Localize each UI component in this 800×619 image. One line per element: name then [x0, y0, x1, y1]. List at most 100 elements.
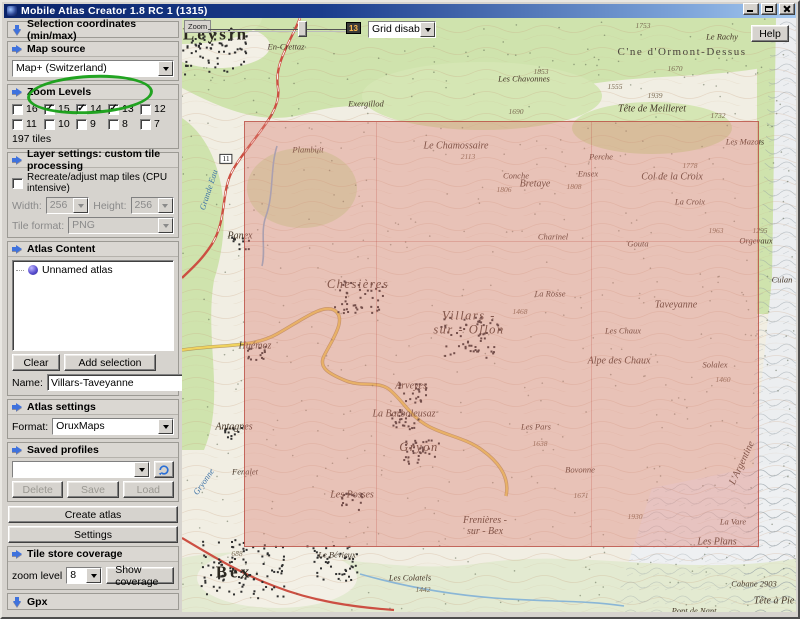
zoom-level-label: 12: [154, 103, 166, 115]
app-icon: [7, 6, 17, 16]
zoom-slider-track[interactable]: [208, 29, 350, 32]
add-selection-button[interactable]: Add selection: [64, 354, 156, 371]
zoom-level-item: 16: [12, 103, 44, 115]
zoom-level-label: 9: [90, 118, 96, 130]
panel-saved-profiles: Saved profiles Delete: [7, 442, 179, 502]
expand-arrow-icon: [12, 156, 22, 165]
map-source-select[interactable]: Map+ (Switzerland): [12, 60, 174, 77]
atlas-settings-header[interactable]: Atlas settings: [8, 400, 178, 415]
zoom-level-label: 10: [58, 118, 70, 130]
atlas-name-input[interactable]: [47, 374, 190, 391]
zoom-level-label: 16: [26, 103, 38, 115]
dropdown-arrow-icon[interactable]: [420, 22, 435, 37]
zoom-level-item: 8: [108, 118, 140, 130]
zoom-level-item: ✓15: [44, 103, 76, 115]
recreate-tiles-checkbox[interactable]: [12, 178, 23, 189]
expand-arrow-icon: [12, 550, 22, 559]
atlas-tree[interactable]: Unnamed atlas: [12, 260, 174, 351]
sidebar: Selection coordinates (min/max) Map sour…: [4, 18, 182, 612]
map-artwork: [182, 18, 796, 612]
save-profile-button[interactable]: Save: [67, 481, 118, 498]
clear-button[interactable]: Clear: [12, 354, 60, 371]
selection-coordinates-header[interactable]: Selection coordinates (min/max): [8, 22, 178, 37]
panel-map-source: Map source Map+ (Switzerland): [7, 41, 179, 81]
title-bar[interactable]: Mobile Atlas Creator 1.8 RC 1 (1315): [4, 4, 796, 18]
zoom-level-item: 9: [76, 118, 108, 130]
minimize-icon: [747, 10, 753, 12]
atlas-tree-root[interactable]: Unnamed atlas: [16, 264, 170, 276]
zoom-level-label: 14: [90, 103, 102, 115]
zoom-level-item: 11: [12, 118, 44, 130]
zoom-slider-thumb[interactable]: [298, 21, 307, 37]
zoom-level-checkbox[interactable]: ✓: [44, 104, 55, 115]
reload-profiles-button[interactable]: [154, 461, 174, 478]
zoom-level-item: ✓13: [108, 103, 140, 115]
panel-selection-coordinates: Selection coordinates (min/max): [7, 21, 179, 38]
dropdown-arrow-icon: [158, 198, 173, 213]
dropdown-arrow-icon[interactable]: [158, 419, 173, 434]
load-profile-button[interactable]: Load: [123, 481, 174, 498]
zoom-level-label: 13: [122, 103, 134, 115]
settings-button[interactable]: Settings: [8, 526, 178, 543]
collapse-arrow-icon: [12, 25, 22, 34]
zoom-levels-header[interactable]: Zoom Levels: [8, 85, 178, 100]
tile-count-label: 197 tiles: [12, 133, 174, 145]
tile-width-select: 256: [46, 197, 89, 214]
show-coverage-button[interactable]: Show coverage: [106, 567, 174, 584]
tile-store-coverage-header[interactable]: Tile store coverage: [8, 547, 178, 562]
atlas-content-header[interactable]: Atlas Content: [8, 242, 178, 257]
zoom-level-checkbox[interactable]: ✓: [76, 104, 87, 115]
zoom-value-badge: 13: [346, 22, 361, 34]
expand-arrow-icon: [12, 245, 22, 254]
zoom-level-checkbox[interactable]: [12, 119, 23, 130]
layer-settings-header[interactable]: Layer settings: custom tile processing: [8, 153, 178, 168]
zoom-level-checkbox[interactable]: [44, 119, 55, 130]
app-window: Mobile Atlas Creator 1.8 RC 1 (1315) Sel…: [0, 0, 800, 619]
maximize-button[interactable]: [761, 3, 777, 15]
zoom-level-item: ✓14: [76, 103, 108, 115]
dropdown-arrow-icon: [73, 198, 88, 213]
tile-format-select: PNG: [68, 217, 174, 234]
saved-profiles-header[interactable]: Saved profiles: [8, 443, 178, 458]
atlas-icon: [28, 265, 38, 275]
create-atlas-button[interactable]: Create atlas: [8, 506, 178, 523]
panel-zoom-levels: Zoom Levels 16✓15✓14✓13121110987 197 til…: [7, 84, 179, 149]
help-button[interactable]: Help: [751, 25, 789, 42]
dropdown-arrow-icon[interactable]: [86, 568, 101, 583]
map-viewport[interactable]: LeysinEn-CrettazExergillodLes ChavonnesC…: [182, 18, 796, 612]
dropdown-arrow-icon[interactable]: [134, 462, 149, 477]
dropdown-arrow-icon[interactable]: [158, 61, 173, 76]
zoom-level-checkbox[interactable]: [76, 119, 87, 130]
panel-atlas-content: Atlas Content Unnamed atlas Clear Add se…: [7, 241, 179, 396]
maximize-icon: [765, 6, 773, 12]
close-button[interactable]: [779, 3, 795, 15]
refresh-icon: [158, 464, 170, 476]
collapse-arrow-icon: [12, 597, 22, 606]
minimize-button[interactable]: [743, 3, 759, 15]
atlas-format-select[interactable]: OruxMaps: [52, 418, 174, 435]
delete-profile-button[interactable]: Delete: [12, 481, 63, 498]
panel-layer-settings: Layer settings: custom tile processing R…: [7, 152, 179, 238]
coverage-zoom-select[interactable]: 8: [66, 567, 102, 584]
window-title: Mobile Atlas Creator 1.8 RC 1 (1315): [21, 5, 208, 17]
zoom-level-checkbox[interactable]: [140, 104, 151, 115]
zoom-level-label: 7: [154, 118, 160, 130]
zoom-level-checkbox[interactable]: ✓: [108, 104, 119, 115]
map-source-header[interactable]: Map source: [8, 42, 178, 57]
zoom-level-checkbox[interactable]: [12, 104, 23, 115]
zoom-level-checkbox[interactable]: [108, 119, 119, 130]
zoom-level-label: 8: [122, 118, 128, 130]
expand-arrow-icon: [12, 446, 22, 455]
gpx-header[interactable]: Gpx: [8, 594, 178, 609]
expand-arrow-icon: [12, 88, 22, 97]
zoom-level-item: 12: [140, 103, 172, 115]
zoom-level-label: 11: [26, 118, 37, 130]
zoom-level-grid: 16✓15✓14✓13121110987: [12, 103, 174, 130]
grid-select[interactable]: Grid disabled: [368, 21, 436, 38]
zoom-level-label: 15: [58, 103, 70, 115]
expand-arrow-icon: [12, 403, 22, 412]
zoom-level-item: 7: [140, 118, 172, 130]
zoom-level-checkbox[interactable]: [140, 119, 151, 130]
panel-gpx: Gpx: [7, 593, 179, 610]
profile-select[interactable]: [12, 461, 150, 478]
